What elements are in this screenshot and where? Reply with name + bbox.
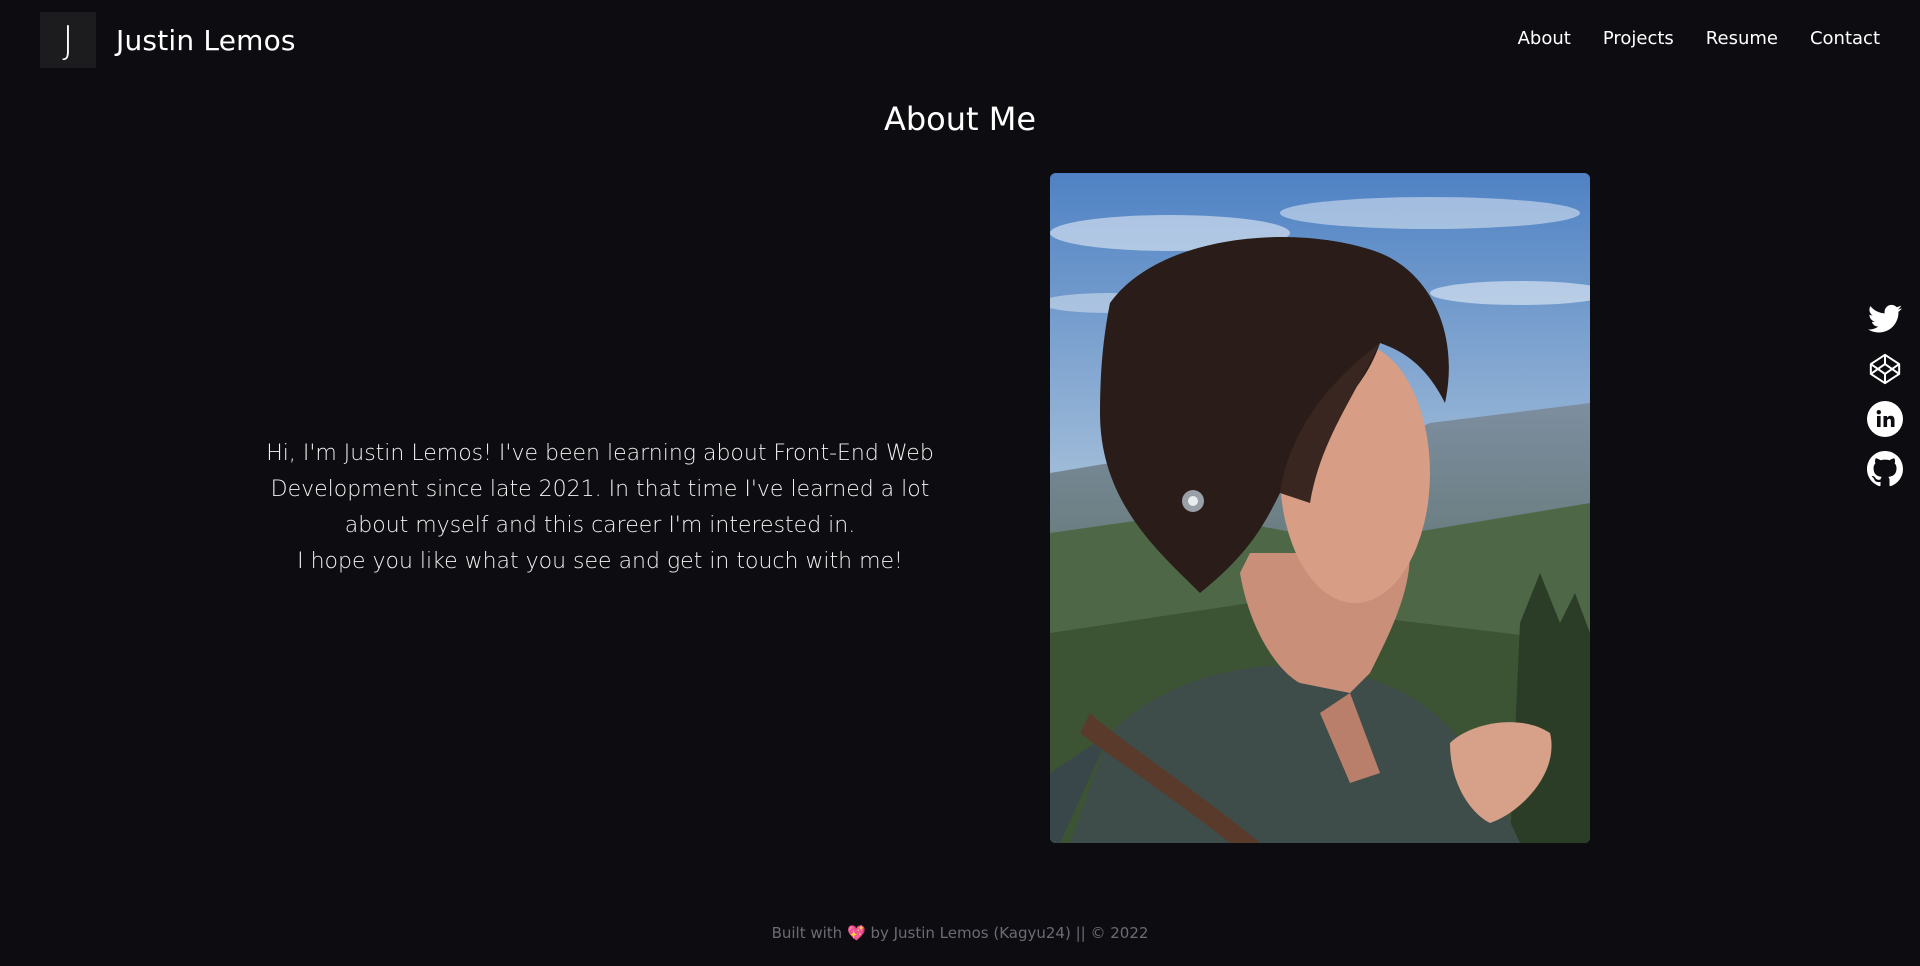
linkedin-icon: [1867, 401, 1903, 437]
nav-link-contact[interactable]: Contact: [1810, 28, 1880, 49]
social-links: [1866, 300, 1904, 488]
nav-link-resume[interactable]: Resume: [1706, 28, 1778, 49]
codepen-icon: [1869, 353, 1901, 385]
navbar: J Justin Lemos About Projects Resume Con…: [0, 0, 1920, 82]
codepen-link[interactable]: [1866, 350, 1904, 388]
footer: Built with 💖 by Justin Lemos (Kagyu24) |…: [0, 924, 1920, 942]
footer-prefix: Built with: [771, 924, 843, 942]
about-paragraph-1: Hi, I'm Justin Lemos! I've been learning…: [266, 441, 934, 538]
nav-link-about[interactable]: About: [1518, 28, 1571, 49]
profile-photo: [1050, 173, 1590, 843]
section-title: About Me: [883, 100, 1037, 138]
brand-link[interactable]: J Justin Lemos: [40, 12, 296, 68]
footer-credit: by Justin Lemos (Kagyu24) || © 2022: [870, 924, 1149, 942]
heart-icon: 💖: [846, 924, 866, 942]
about-paragraph-2: I hope you like what you see and get in …: [297, 549, 903, 574]
twitter-icon: [1868, 304, 1902, 333]
github-link[interactable]: [1866, 450, 1904, 488]
nav-links: About Projects Resume Contact: [1518, 28, 1880, 49]
logo: J: [40, 12, 96, 68]
twitter-link[interactable]: [1866, 300, 1904, 338]
nav-link-projects[interactable]: Projects: [1603, 28, 1674, 49]
logo-letter: J: [62, 18, 74, 62]
about-text: Hi, I'm Justin Lemos! I've been learning…: [240, 436, 960, 580]
linkedin-link[interactable]: [1866, 400, 1904, 438]
brand-name: Justin Lemos: [116, 23, 296, 57]
github-icon: [1867, 451, 1903, 487]
